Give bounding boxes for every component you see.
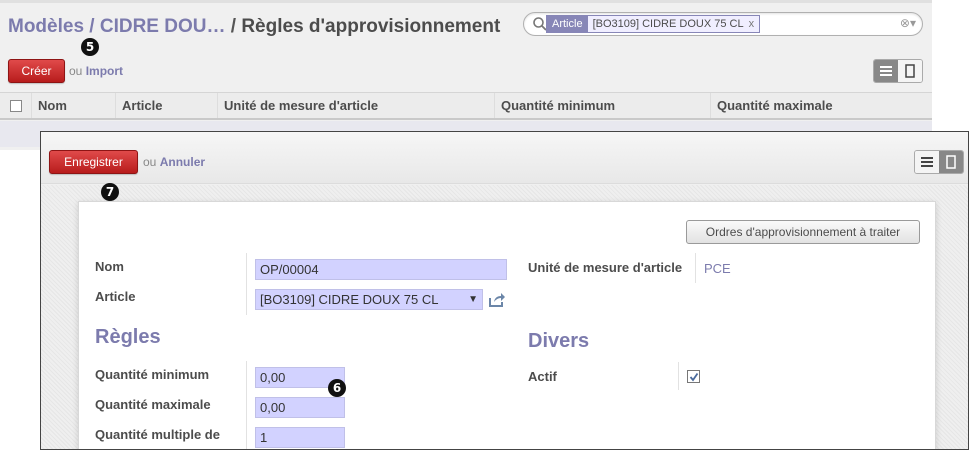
or-text: ou — [143, 155, 157, 169]
column-header-min-qty[interactable]: Quantité minimum — [495, 93, 711, 118]
callout-marker-7: 7 — [101, 183, 119, 201]
breadcrumb-parent-link[interactable]: Modèles / CIDRE DOU… — [8, 16, 225, 37]
active-label: Actif — [528, 369, 557, 384]
import-link[interactable]: Import — [86, 64, 123, 78]
column-header-uom[interactable]: Unité de mesure d'article — [218, 93, 495, 118]
form-view-switcher — [914, 150, 964, 174]
list-view-button[interactable] — [915, 151, 939, 173]
uom-separator — [695, 253, 696, 283]
checkmark-icon — [689, 372, 698, 381]
save-button[interactable]: Enregistrer — [49, 150, 138, 174]
search-clear-and-dropdown-icon[interactable]: ⊗▾ — [900, 16, 916, 30]
or-import: ou Import — [69, 64, 123, 78]
breadcrumb: Modèles / CIDRE DOU… / Règles d'approvis… — [8, 16, 500, 38]
create-button[interactable]: Créer — [8, 59, 65, 83]
callout-marker-5: 5 — [81, 38, 99, 56]
procurement-orders-button[interactable]: Ordres d'approvisionnement à traiter — [686, 220, 920, 244]
facet-category: Article — [547, 16, 588, 32]
multiple-qty-field[interactable]: 1 — [255, 427, 345, 448]
procurement-rule-form-popup: Enregistrer ou Annuler 7 Ordres d'approv… — [40, 131, 969, 450]
callout-marker-6: 6 — [328, 379, 346, 397]
label-separator — [246, 253, 247, 315]
list-view-button[interactable] — [874, 60, 898, 82]
uom-label: Unité de mesure d'article — [528, 260, 683, 275]
misc-section-title: Divers — [528, 330, 590, 352]
article-select[interactable]: [BO3109] CIDRE DOUX 75 CL ▼ — [255, 289, 483, 310]
form-view-button[interactable] — [898, 60, 922, 82]
article-label: Article — [95, 289, 136, 304]
column-header-name[interactable]: Nom — [32, 93, 116, 118]
form-view-icon — [905, 64, 915, 78]
form-toolbar: Enregistrer ou Annuler — [41, 132, 968, 184]
view-switcher — [873, 59, 923, 83]
active-separator — [678, 362, 679, 390]
active-checkbox[interactable] — [687, 370, 700, 383]
form-view-button[interactable] — [939, 151, 963, 173]
max-qty-field[interactable]: 0,00 — [255, 397, 345, 418]
facet-value: [BO3109] CIDRE DOUX 75 CL — [587, 16, 749, 32]
search-box[interactable]: Article [BO3109] CIDRE DOUX 75 CL x ⊗▾ — [523, 12, 923, 36]
select-all-checkbox[interactable] — [9, 99, 22, 112]
search-facet: Article [BO3109] CIDRE DOUX 75 CL x — [546, 15, 761, 33]
list-view-background: Modèles / CIDRE DOU… / Règles d'approvis… — [0, 0, 932, 150]
list-view-icon — [880, 66, 892, 76]
page-title: Règles d'approvisionnement — [241, 16, 501, 37]
chevron-down-icon: ▼ — [468, 294, 478, 305]
or-cancel: ou Annuler — [143, 155, 205, 169]
select-all-cell — [0, 93, 32, 118]
article-select-value: [BO3109] CIDRE DOUX 75 CL — [260, 292, 439, 307]
cancel-link[interactable]: Annuler — [160, 155, 205, 169]
name-field[interactable]: OP/00004 — [255, 259, 507, 280]
form-sheet: Ordres d'approvisionnement à traiter Nom… — [78, 201, 936, 449]
form-view-icon — [946, 155, 956, 169]
uom-value: PCE — [704, 261, 731, 276]
column-header-article[interactable]: Article — [116, 93, 218, 118]
top-bar — [0, 0, 932, 3]
list-view-icon — [921, 157, 933, 167]
min-qty-label: Quantité minimum — [95, 367, 210, 382]
external-link-icon[interactable] — [488, 292, 506, 308]
name-label: Nom — [95, 259, 124, 274]
column-header-max-qty[interactable]: Quantité maximale — [711, 93, 932, 118]
or-text: ou — [69, 64, 83, 78]
breadcrumb-separator: / — [230, 16, 237, 37]
rules-section-title: Règles — [95, 326, 161, 348]
list-header: Nom Article Unité de mesure d'article Qu… — [0, 92, 932, 120]
multiple-qty-label: Quantité multiple de — [95, 427, 220, 442]
max-qty-label: Quantité maximale — [95, 397, 211, 412]
facet-remove-icon[interactable]: x — [748, 16, 760, 32]
rules-separator — [246, 361, 247, 449]
